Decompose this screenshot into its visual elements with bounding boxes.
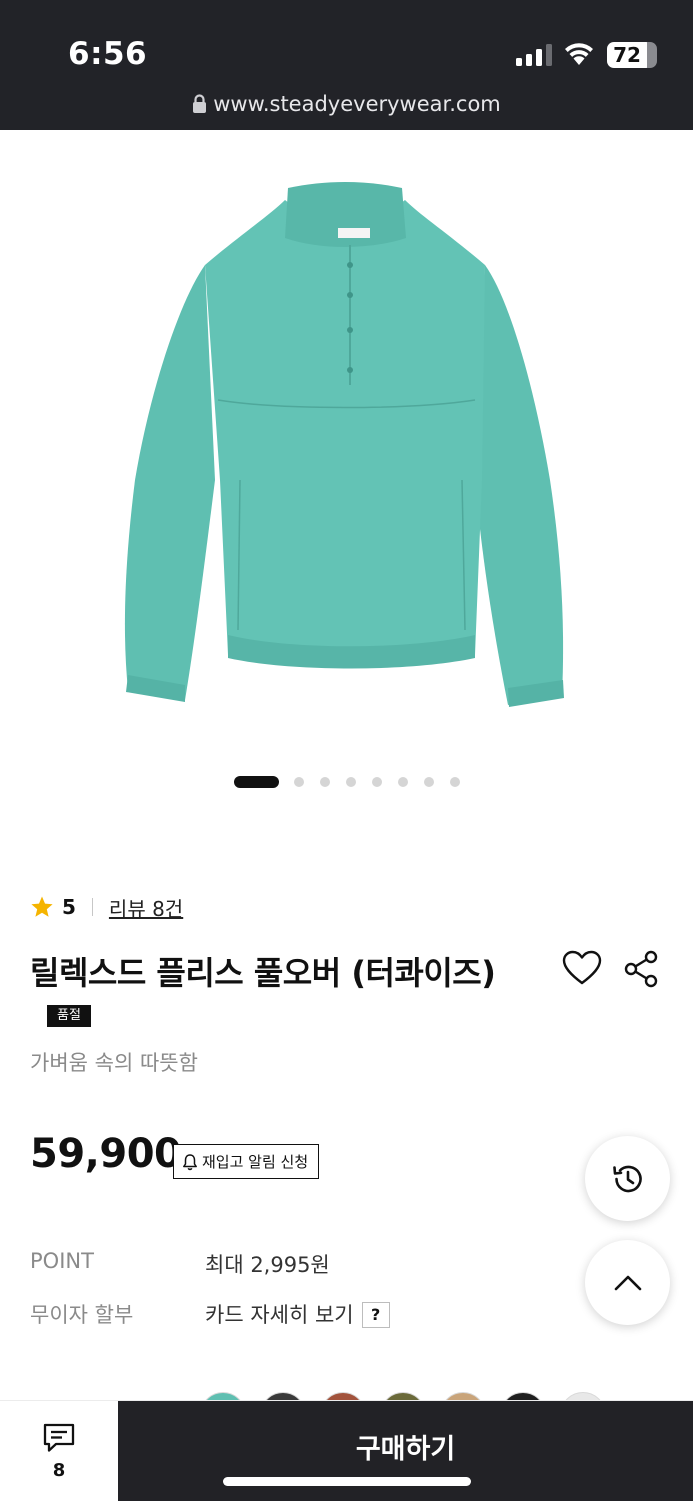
- point-label: POINT: [30, 1249, 94, 1273]
- product-title: 릴렉스드 플리스 풀오버 (터콰이즈): [30, 954, 496, 992]
- buy-button-label: 구매하기: [355, 1433, 456, 1465]
- signal-icon: [516, 44, 552, 66]
- point-value: 최대 2,995원: [205, 1253, 330, 1277]
- home-indicator: [223, 1477, 471, 1486]
- carousel-dot[interactable]: [320, 777, 330, 787]
- restock-alert-label: 재입고 알림 신청: [202, 1153, 309, 1171]
- product-price: 59,900: [30, 1131, 182, 1177]
- recently-viewed-button[interactable]: [585, 1136, 670, 1221]
- carousel-dot-active[interactable]: [234, 776, 279, 788]
- history-icon: [612, 1165, 642, 1192]
- divider: [91, 898, 93, 916]
- rating-row: 5 리뷰 8건: [30, 893, 183, 921]
- carousel-indicator: [0, 776, 693, 788]
- share-icon[interactable]: [623, 950, 659, 988]
- scroll-to-top-button[interactable]: [585, 1240, 670, 1325]
- battery-icon: 72: [607, 42, 657, 68]
- url-bar[interactable]: www.steadyeverywear.com: [0, 92, 693, 116]
- card-details-label: 카드 자세히 보기: [205, 1303, 354, 1327]
- star-icon: [31, 896, 53, 917]
- chat-count: 8: [52, 1459, 66, 1481]
- buy-button[interactable]: 구매하기: [118, 1401, 693, 1501]
- product-image-carousel[interactable]: [0, 130, 693, 750]
- chat-icon: [43, 1423, 75, 1452]
- rating-score: 5: [62, 895, 76, 919]
- carousel-dot[interactable]: [424, 777, 434, 787]
- card-details-link[interactable]: 카드 자세히 보기?: [205, 1299, 390, 1329]
- product-subtitle: 가벼움 속의 따뜻함: [30, 1051, 198, 1075]
- installment-label: 무이자 할부: [30, 1303, 134, 1327]
- lock-icon: [193, 94, 207, 113]
- bell-icon: [183, 1153, 197, 1170]
- wifi-icon: [565, 43, 593, 65]
- soldout-badge: 품절: [47, 1005, 91, 1027]
- help-icon[interactable]: ?: [361, 1302, 390, 1328]
- chevron-up-icon: [614, 1275, 641, 1290]
- carousel-dot[interactable]: [450, 777, 460, 787]
- restock-alert-button[interactable]: 재입고 알림 신청: [173, 1144, 320, 1179]
- review-link[interactable]: 리뷰 8건: [109, 893, 183, 922]
- heart-icon[interactable]: [562, 950, 602, 986]
- battery-level: 72: [613, 43, 641, 67]
- review-chat-button[interactable]: 8: [0, 1401, 118, 1501]
- carousel-dot[interactable]: [294, 777, 304, 787]
- turquoise-fleece-pullover-image: [124, 182, 564, 707]
- url-text: www.steadyeverywear.com: [213, 92, 501, 116]
- carousel-dot[interactable]: [398, 777, 408, 787]
- carousel-dot[interactable]: [346, 777, 356, 787]
- carousel-dot[interactable]: [372, 777, 382, 787]
- browser-top-bar: 6:56 72 www.steadyeverywear.com: [0, 0, 693, 130]
- status-time: 6:56: [68, 36, 148, 72]
